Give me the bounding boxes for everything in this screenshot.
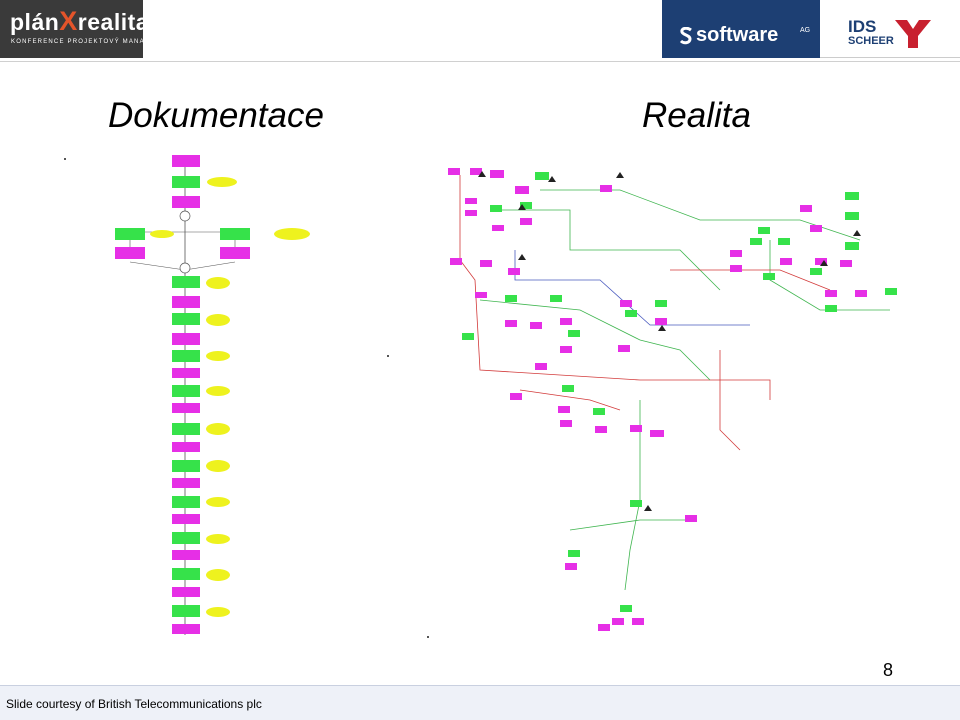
doc-flow-steps — [172, 276, 230, 634]
footer-credit: Slide courtesy of British Telecommunicat… — [6, 697, 262, 711]
epc-event — [115, 247, 145, 259]
software-s-icon — [679, 27, 692, 45]
epc-connector — [179, 210, 191, 222]
page-number: 8 — [883, 660, 894, 680]
plan-logo-subtitle: KONFERENCE PROJEKTOVÝ MANAGEMENT — [11, 39, 178, 45]
plan-logo-x: X — [59, 6, 78, 36]
ids-logo-text: IDS — [848, 17, 877, 36]
epc-event — [220, 247, 250, 259]
epc-system — [207, 177, 237, 187]
reality-functions — [462, 172, 897, 612]
epc-system — [150, 230, 174, 238]
plan-logo-word: plán — [10, 9, 60, 35]
plan-logo-word2: realita — [77, 9, 150, 35]
reality-epc-diagram — [448, 168, 897, 631]
title-reality: Realita — [642, 96, 751, 135]
epc-system — [274, 228, 310, 240]
epc-function — [220, 228, 250, 240]
header-rule — [0, 61, 960, 62]
reality-triangles — [478, 171, 861, 511]
stray-dot — [387, 355, 389, 357]
header-spacer — [143, 0, 663, 58]
scheer-logo-text: SCHEER — [848, 35, 894, 47]
plan-realita-logo: plánXrealita — [10, 6, 149, 37]
ids-scheer-logo-panel — [820, 0, 960, 58]
epc-event — [172, 155, 200, 167]
software-ag-suffix: AG — [800, 27, 811, 34]
stray-dot — [64, 158, 66, 160]
title-documentation: Dokumentace — [108, 96, 324, 135]
ids-scheer-y-icon — [895, 20, 931, 48]
epc-connector — [179, 262, 191, 274]
epc-event — [172, 196, 200, 208]
software-ag-logo: software — [696, 24, 779, 46]
epc-function — [172, 176, 200, 188]
epc-function — [115, 228, 145, 240]
reality-events — [448, 168, 867, 631]
reality-flow-lines — [459, 175, 890, 591]
documentation-epc-diagram — [115, 155, 310, 635]
